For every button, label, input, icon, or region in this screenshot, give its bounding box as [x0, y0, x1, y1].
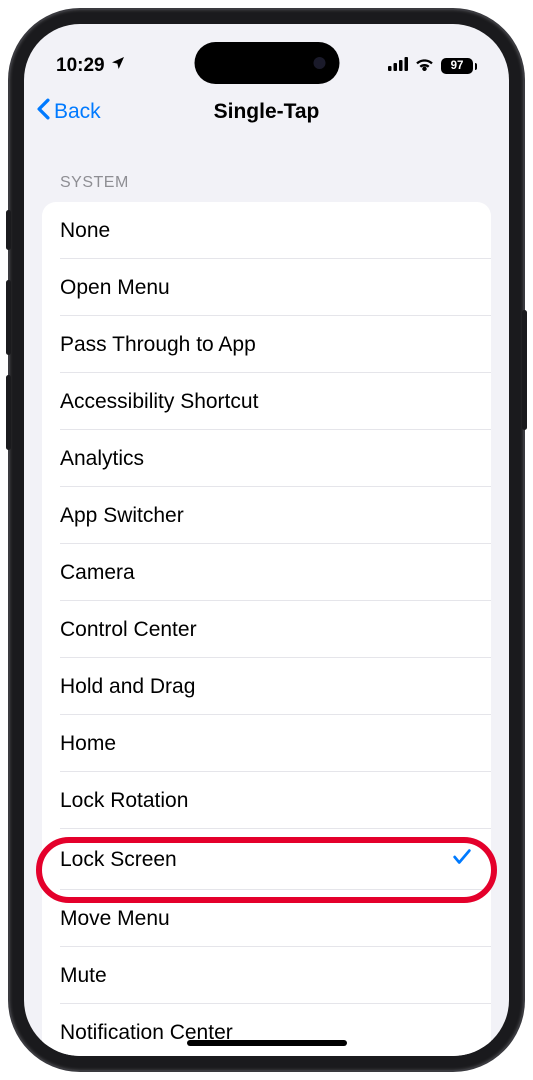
- list-item-label: Hold and Drag: [60, 675, 195, 699]
- list-item-label: Analytics: [60, 447, 144, 471]
- screen: 10:29: [24, 24, 509, 1056]
- list-item-label: Camera: [60, 561, 135, 585]
- list-item[interactable]: None: [42, 202, 491, 259]
- battery-icon: 97: [441, 58, 477, 74]
- list-group: None Open Menu Pass Through to App Accessib…: [42, 202, 491, 1056]
- location-icon: [110, 55, 126, 77]
- section-header: SYSTEM: [42, 138, 491, 202]
- list-item[interactable]: Open Menu: [42, 259, 491, 316]
- list-item[interactable]: Pass Through to App: [42, 316, 491, 373]
- power-button: [522, 310, 527, 430]
- list-item[interactable]: App Switcher: [42, 487, 491, 544]
- volume-up-button: [6, 280, 11, 355]
- check-icon: [451, 846, 473, 874]
- content: SYSTEM None Open Menu Pass Through to App A…: [24, 138, 509, 1056]
- page-title: Single-Tap: [214, 100, 320, 124]
- volume-down-button: [6, 375, 11, 450]
- wifi-icon: [415, 55, 434, 77]
- status-right: 97: [388, 55, 477, 77]
- battery-percent: 97: [441, 58, 473, 74]
- list-item-label: Lock Rotation: [60, 789, 188, 813]
- list-item[interactable]: Hold and Drag: [42, 658, 491, 715]
- mute-switch: [6, 210, 11, 250]
- list-item-label: Control Center: [60, 618, 197, 642]
- list-item[interactable]: Home: [42, 715, 491, 772]
- cellular-icon: [388, 55, 408, 77]
- list-item-label: Home: [60, 732, 116, 756]
- status-time: 10:29: [56, 55, 105, 77]
- list-item[interactable]: Notification Center: [42, 1004, 491, 1056]
- list-item[interactable]: Mute: [42, 947, 491, 1004]
- list-item[interactable]: Camera: [42, 544, 491, 601]
- back-button[interactable]: Back: [36, 98, 101, 126]
- list-item[interactable]: Lock Screen: [42, 829, 491, 890]
- list-item[interactable]: Control Center: [42, 601, 491, 658]
- chevron-left-icon: [36, 98, 51, 126]
- list-item-label: Pass Through to App: [60, 333, 256, 357]
- status-left: 10:29: [56, 55, 126, 77]
- list-item-label: Accessibility Shortcut: [60, 390, 258, 414]
- phone-frame: 10:29: [10, 10, 523, 1070]
- list-item-label: Mute: [60, 964, 107, 988]
- list-item-label: Open Menu: [60, 276, 170, 300]
- list-item-label: None: [60, 219, 110, 243]
- list-item[interactable]: Lock Rotation: [42, 772, 491, 829]
- list-item-label: Lock Screen: [60, 848, 177, 872]
- home-indicator[interactable]: [187, 1040, 347, 1046]
- list-item[interactable]: Analytics: [42, 430, 491, 487]
- list-item-label: Move Menu: [60, 907, 170, 931]
- list-item-label: App Switcher: [60, 504, 184, 528]
- nav-bar: Back Single-Tap: [24, 86, 509, 138]
- back-label: Back: [54, 100, 101, 124]
- list-item[interactable]: Accessibility Shortcut: [42, 373, 491, 430]
- list-item[interactable]: Move Menu: [42, 890, 491, 947]
- dynamic-island: [194, 42, 339, 84]
